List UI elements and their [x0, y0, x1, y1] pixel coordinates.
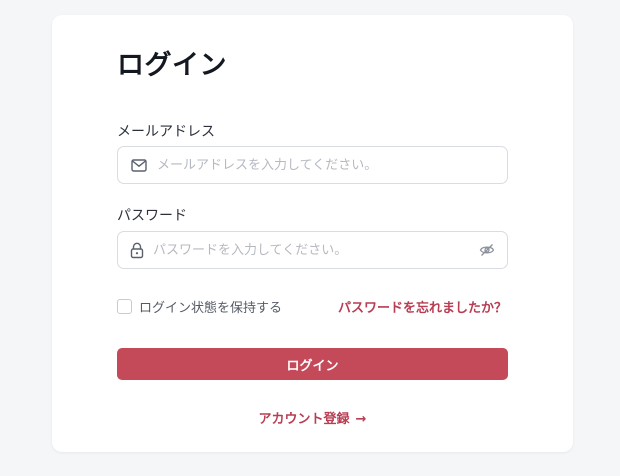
mail-icon — [130, 156, 148, 174]
forgot-password-link[interactable]: パスワードを忘れましたか？ — [338, 297, 507, 316]
login-card: ログイン メールアドレス パスワード — [52, 15, 573, 452]
password-input[interactable] — [153, 232, 473, 268]
page-title: ログイン — [117, 50, 227, 81]
remember-label: ログイン状態を保持する — [139, 301, 283, 316]
register-link-label: アカウント登録 — [258, 412, 350, 427]
login-button[interactable]: ログイン — [117, 348, 508, 380]
lock-icon — [128, 241, 146, 259]
remember-me[interactable]: ログイン状態を保持する — [117, 297, 282, 316]
email-field[interactable] — [117, 146, 508, 184]
password-label: パスワード — [117, 208, 187, 224]
register-link[interactable]: アカウント登録 → — [52, 408, 573, 427]
email-label: メールアドレス — [117, 124, 215, 140]
arrow-right-icon: → — [355, 412, 367, 427]
remember-checkbox[interactable] — [117, 299, 132, 314]
email-input[interactable] — [157, 147, 497, 183]
eye-off-icon[interactable] — [478, 241, 496, 259]
password-field[interactable] — [117, 231, 508, 269]
